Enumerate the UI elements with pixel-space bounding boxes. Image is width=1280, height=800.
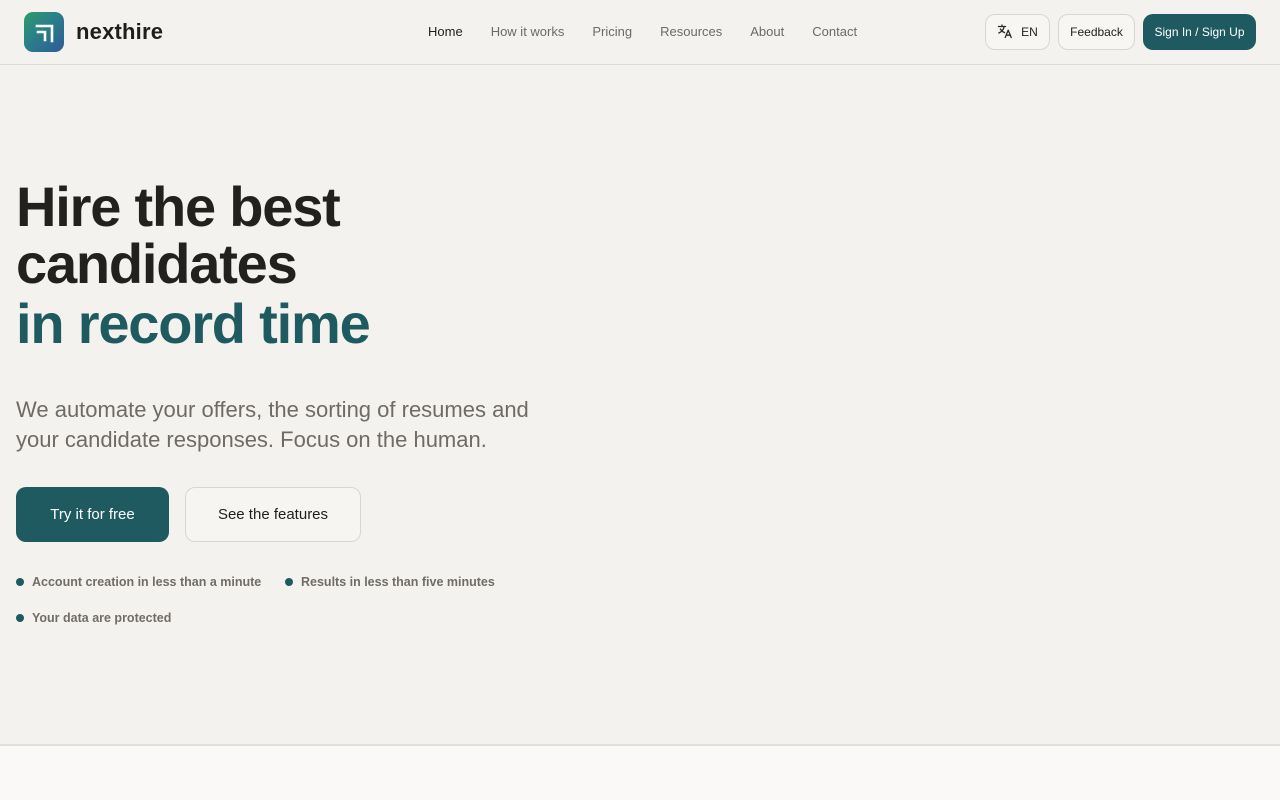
nav-item-how-it-works[interactable]: How it works: [477, 20, 579, 44]
language-selector-button[interactable]: EN: [985, 14, 1050, 50]
see-features-button[interactable]: See the features: [185, 487, 361, 542]
nav-item-contact[interactable]: Contact: [798, 20, 871, 44]
try-free-button[interactable]: Try it for free: [16, 487, 169, 542]
nav-item-home[interactable]: Home: [414, 20, 477, 44]
hero-subtitle: We automate your offers, the sorting of …: [16, 395, 596, 455]
hero-title-accent: in record time: [16, 292, 371, 355]
nav-item-pricing[interactable]: Pricing: [578, 20, 646, 44]
hero-title-line2: candidates: [16, 232, 298, 295]
hero-title: Hire the best candidates: [16, 178, 616, 292]
brand-logo-icon[interactable]: [24, 12, 64, 52]
feature-text: Account creation in less than a minute: [32, 575, 262, 589]
hero-subtitle-line2: your candidate responses. Focus on the h…: [16, 427, 487, 452]
hero-subtitle-line1: We automate your offers, the sorting of …: [16, 397, 529, 422]
hero-title-line1: Hire the best: [16, 175, 341, 238]
bullet-dot-icon: [16, 614, 24, 622]
brand-name[interactable]: nexthire: [76, 17, 163, 47]
site-header: nexthire Home How it works Pricing Resou…: [0, 0, 1280, 65]
sign-in-button[interactable]: Sign In / Sign Up: [1143, 14, 1256, 50]
main-nav: Home How it works Pricing Resources Abou…: [414, 20, 871, 44]
feature-text: Your data are protected: [32, 611, 172, 625]
language-label: EN: [1021, 25, 1038, 39]
feature-item: Your data are protected: [16, 611, 171, 625]
nav-item-resources[interactable]: Resources: [646, 20, 736, 44]
bullet-dot-icon: [285, 578, 293, 586]
feature-text: Results in less than five minutes: [301, 575, 495, 589]
translate-icon: [997, 23, 1013, 42]
feature-item: Results in less than five minutes: [285, 575, 495, 589]
nav-item-about[interactable]: About: [736, 20, 798, 44]
feature-item: Account creation in less than a minute: [16, 575, 261, 589]
next-section: [0, 746, 1280, 800]
bullet-dot-icon: [16, 578, 24, 586]
feedback-button[interactable]: Feedback: [1058, 14, 1135, 50]
